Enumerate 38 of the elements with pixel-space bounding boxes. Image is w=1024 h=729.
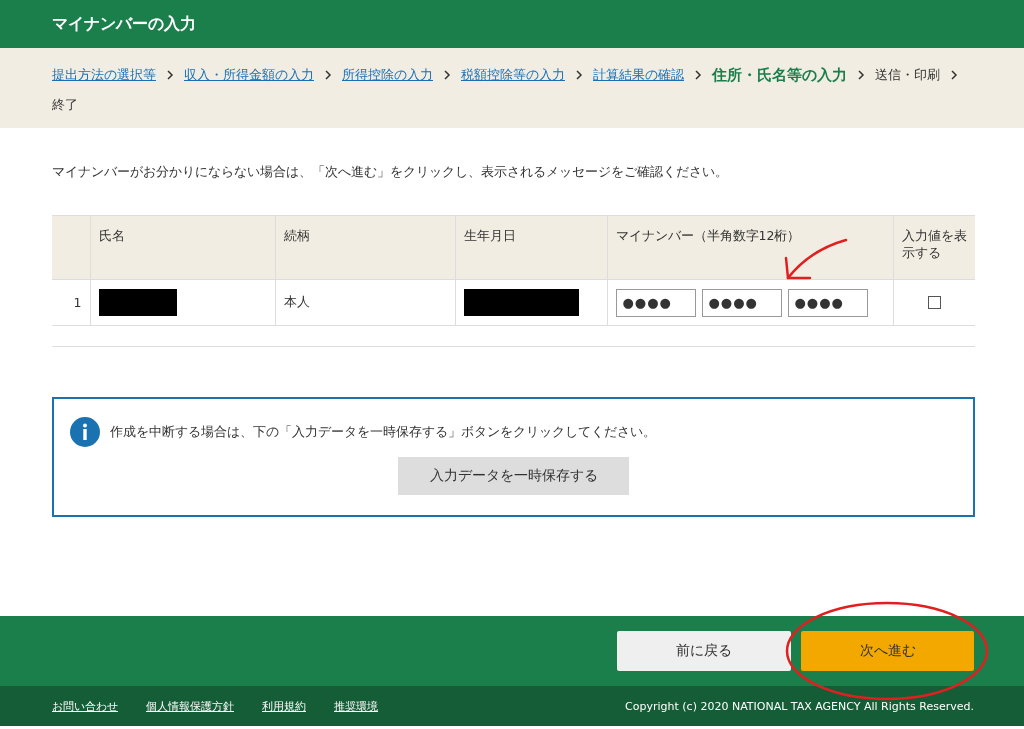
table-cell: 本人 [275, 279, 455, 326]
instruction-text: マイナンバーがお分かりにならない場合は、「次へ進む」をクリックし、表示されるメッセージをご確認ください。 [52, 164, 729, 181]
breadcrumb-current: 住所・氏名等の入力 [712, 65, 847, 86]
footer-link[interactable]: 推奨環境 [334, 698, 378, 714]
next-button[interactable]: 次へ進む [801, 631, 974, 671]
footer-link[interactable]: 個人情報保護方針 [146, 698, 234, 714]
copyright-text: Copyright (c) 2020 NATIONAL TAX AGENCY All Rights Reserved. [625, 699, 974, 713]
chevron-icon [950, 70, 958, 80]
number-input-field[interactable]: ●●●● [615, 288, 696, 317]
chevron-icon [694, 70, 702, 80]
column-header: 入力値を表示する [893, 215, 975, 280]
column-header: 生年月日 [455, 215, 607, 280]
chevron-icon [166, 70, 174, 80]
chevron-icon [575, 70, 583, 80]
chevron-icon [443, 70, 451, 80]
info-text: 作成を中断する場合は、下の「入力データを一時保存する」ボタンをクリックしてください。 [110, 423, 656, 441]
page-title: マイナンバーの入力 [52, 13, 196, 35]
column-header: 続柄 [275, 215, 455, 280]
breadcrumb-link[interactable]: 提出方法の選択等 [52, 62, 156, 88]
save-draft-button[interactable]: 入力データを一時保存する [398, 457, 629, 495]
breadcrumb-link[interactable]: 税額控除等の入力 [461, 62, 565, 88]
info-icon [70, 417, 100, 447]
breadcrumb-link[interactable]: 所得控除の入力 [342, 62, 433, 88]
column-header: 氏名 [90, 215, 275, 280]
show-value-checkbox[interactable] [927, 296, 941, 309]
chevron-icon [857, 70, 865, 80]
number-input-field[interactable]: ●●●● [787, 288, 868, 317]
column-header: マイナンバー（半角数字12桁） [607, 215, 893, 280]
breadcrumb-step: 終了 [52, 92, 78, 118]
breadcrumb-step: 送信・印刷 [875, 62, 940, 88]
chevron-icon [324, 70, 332, 80]
footer-link[interactable]: お問い合わせ [52, 698, 118, 714]
footer-link[interactable]: 利用規約 [262, 698, 306, 714]
breadcrumb-link[interactable]: 収入・所得金額の入力 [184, 62, 314, 88]
row-number: 1 [52, 279, 90, 326]
breadcrumb-link[interactable]: 計算結果の確認 [593, 62, 684, 88]
number-input-field[interactable]: ●●●● [701, 288, 782, 317]
back-button[interactable]: 前に戻る [617, 631, 791, 671]
